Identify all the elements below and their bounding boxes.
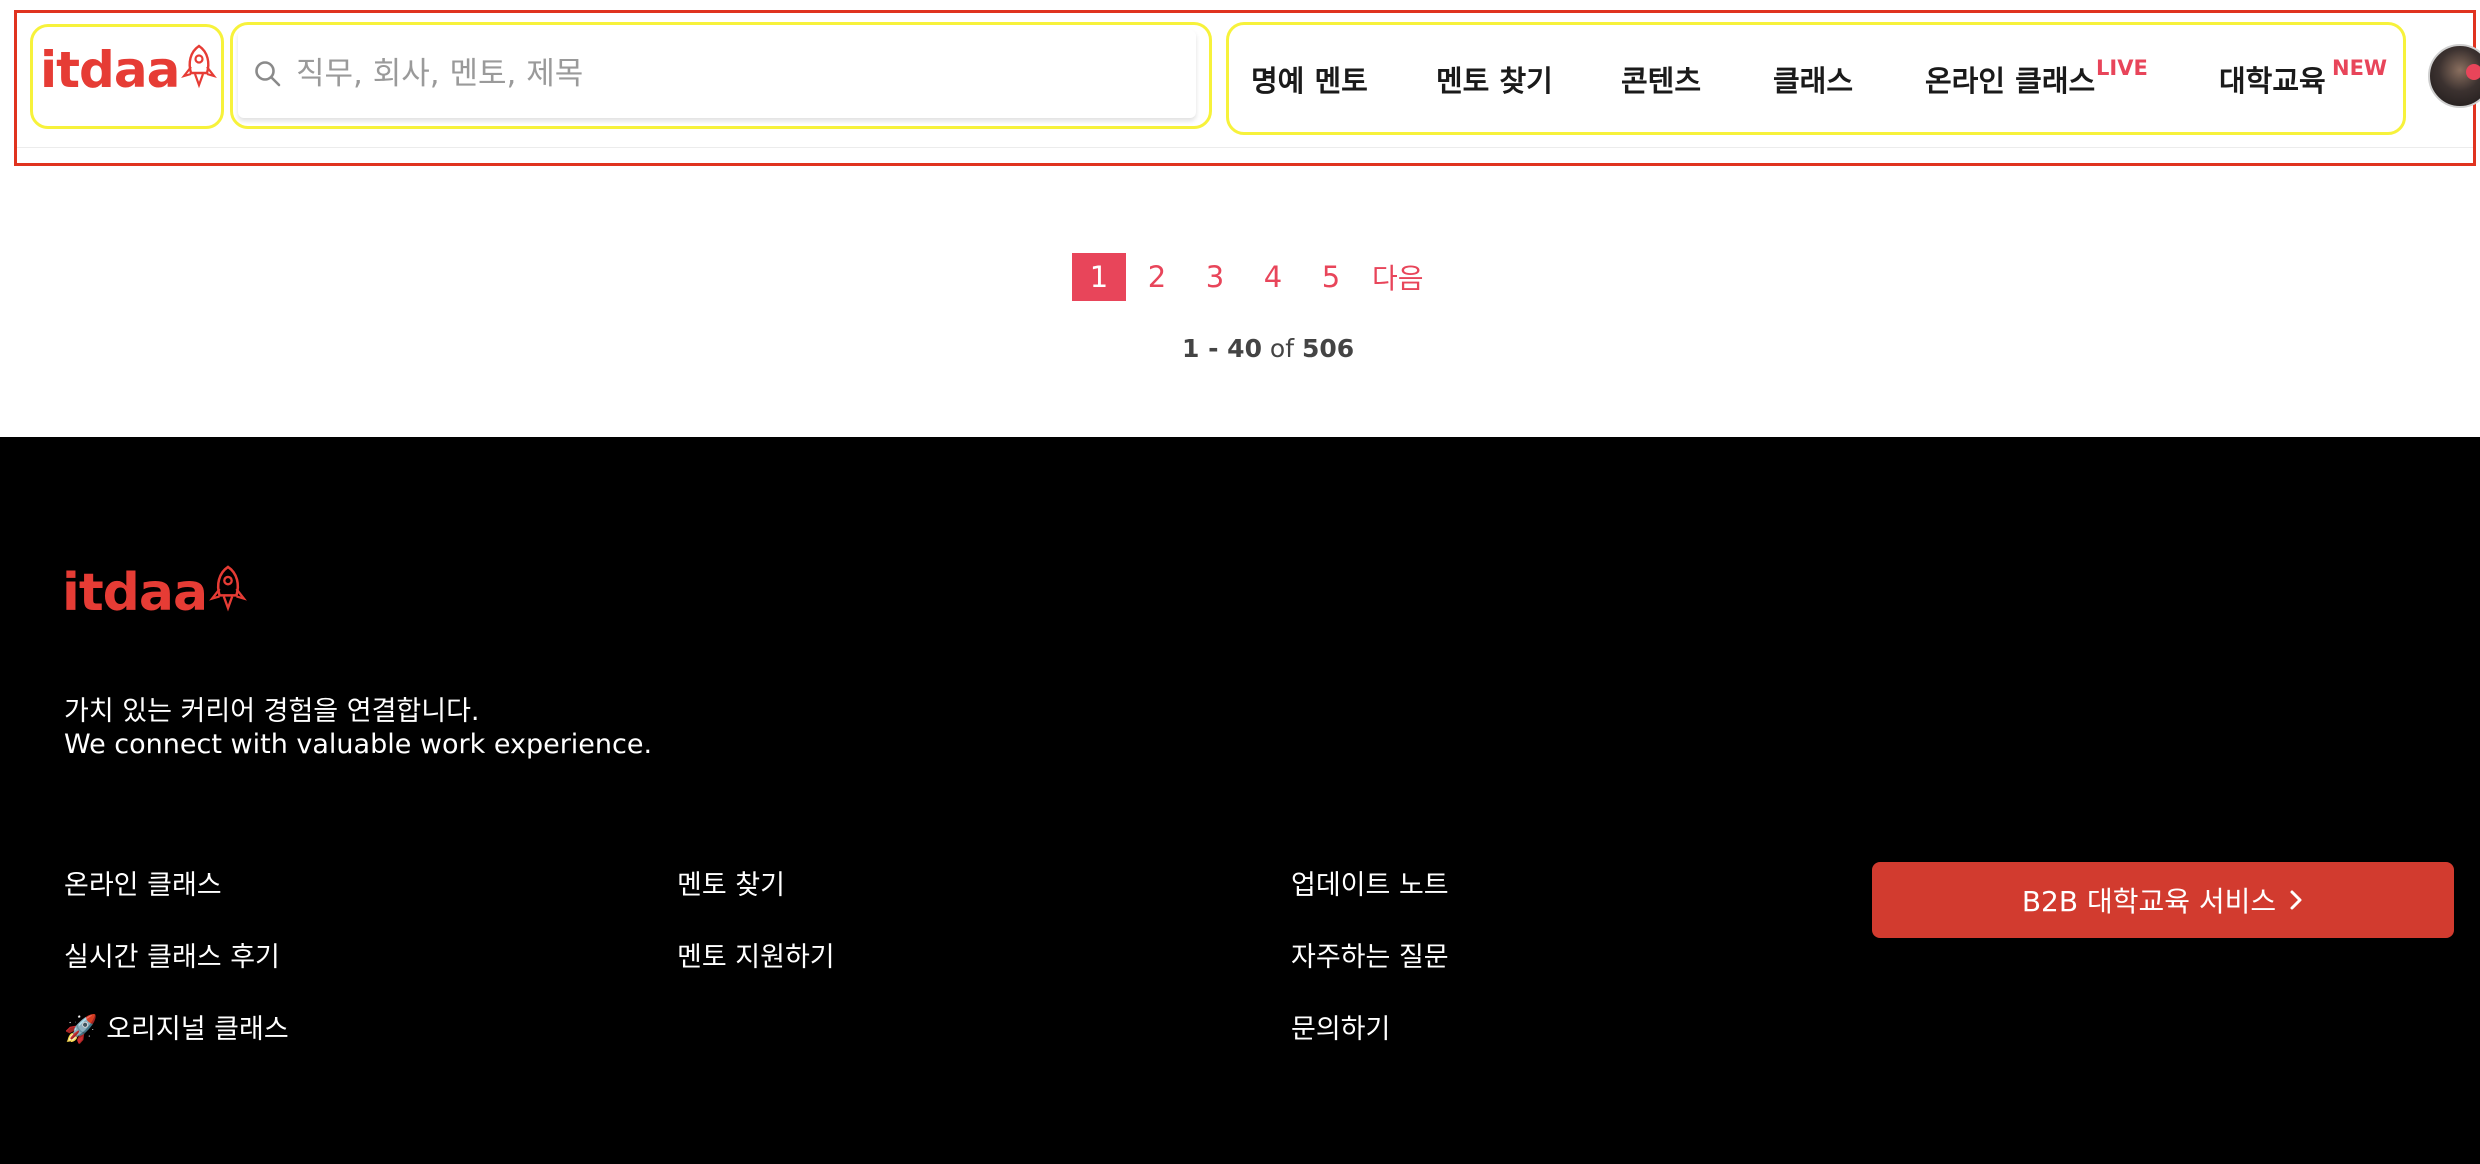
tagline-korean: 가치 있는 커리어 경험을 연결합니다. — [64, 696, 480, 727]
rocket-icon — [209, 565, 248, 612]
footer-link-find-mentor[interactable]: 멘토 찾기 — [677, 863, 785, 902]
page-3[interactable]: 3 — [1188, 253, 1242, 301]
pagination: 1 2 3 4 5 다음 — [1072, 252, 1424, 302]
header-logo[interactable]: itdaa — [40, 40, 218, 100]
chevron-right-icon — [2290, 890, 2302, 910]
b2b-university-button[interactable]: B2B 대학교육 서비스 — [1872, 862, 2454, 938]
notification-dot — [2466, 64, 2480, 80]
nav-contents[interactable]: 콘텐츠 — [1621, 58, 1701, 100]
footer-link-contact[interactable]: 문의하기 — [1291, 1007, 1390, 1046]
rocket-icon — [181, 44, 218, 89]
nav-honor-mentor[interactable]: 명예 멘토 — [1251, 58, 1368, 100]
new-badge: NEW — [2332, 56, 2388, 80]
footer: itdaa 가치 있는 커리어 경험을 연결합니다. We connect wi… — [0, 437, 2480, 1164]
footer-link-online-class[interactable]: 온라인 클래스 — [64, 863, 222, 902]
live-badge: LIVE — [2096, 56, 2148, 80]
next-page-link[interactable]: 다음 — [1372, 253, 1424, 301]
page-4[interactable]: 4 — [1246, 253, 1300, 301]
footer-link-live-class-review[interactable]: 실시간 클래스 후기 — [64, 935, 280, 974]
page-2[interactable]: 2 — [1130, 253, 1184, 301]
nav-university-edu[interactable]: 대학교육 — [2219, 58, 2326, 100]
nav-find-mentor[interactable]: 멘토 찾기 — [1436, 58, 1553, 100]
page-1[interactable]: 1 — [1072, 253, 1126, 301]
result-total: 506 — [1301, 334, 1355, 363]
search-bar[interactable] — [238, 30, 1196, 118]
result-of: of — [1269, 334, 1295, 363]
result-range: 1 - 40 — [1182, 334, 1262, 363]
header-divider — [17, 147, 2473, 148]
footer-link-original-class[interactable]: 🚀 오리지널 클래스 — [64, 1007, 289, 1046]
tagline-english: We connect with valuable work experience… — [64, 729, 653, 760]
result-count: 1 - 40 of 506 — [1182, 334, 1354, 363]
footer-logo-text: itdaa — [62, 563, 208, 623]
nav-class[interactable]: 클래스 — [1773, 58, 1853, 100]
search-icon — [255, 61, 281, 87]
footer-link-apply-mentor[interactable]: 멘토 지원하기 — [677, 935, 835, 974]
logo-text: itdaa — [40, 41, 180, 99]
nav-online-class[interactable]: 온라인 클래스 — [1925, 58, 2095, 100]
search-input[interactable] — [296, 56, 1176, 92]
b2b-button-label: B2B 대학교육 서비스 — [2021, 885, 2277, 918]
page-5[interactable]: 5 — [1304, 253, 1358, 301]
footer-logo[interactable]: itdaa — [62, 563, 248, 623]
footer-link-faq[interactable]: 자주하는 질문 — [1291, 935, 1449, 974]
footer-link-update-notes[interactable]: 업데이트 노트 — [1291, 863, 1449, 902]
